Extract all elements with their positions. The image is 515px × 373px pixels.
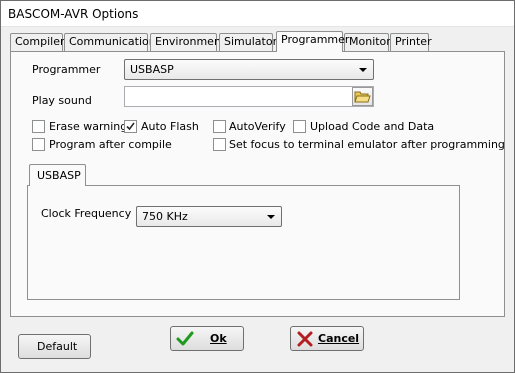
default-button-label: Default: [37, 340, 78, 353]
tab-programmer[interactable]: Programmer: [276, 31, 349, 52]
close-icon: [297, 331, 313, 347]
programmer-label: Programmer: [32, 63, 101, 76]
tab-usbasp[interactable]: USBASP: [29, 164, 86, 186]
clock-frequency-select[interactable]: 750 KHz: [136, 206, 282, 227]
program-after-compile-label: Program after compile: [49, 138, 172, 151]
auto-flash-checkbox[interactable]: [124, 120, 137, 133]
set-focus-terminal-checkbox[interactable]: [213, 138, 226, 151]
play-sound-label: Play sound: [32, 94, 92, 107]
chevron-down-icon: [267, 215, 275, 219]
cancel-button[interactable]: Cancel: [290, 326, 364, 351]
checkmark-icon: [176, 331, 194, 346]
programmer-select-value: USBASP: [130, 63, 174, 76]
ok-button-label: Ok: [210, 332, 227, 345]
chevron-down-icon: [359, 68, 367, 72]
tab-communication[interactable]: Communication: [64, 33, 156, 51]
tab-monitor[interactable]: Monitor: [344, 33, 391, 51]
auto-verify-checkbox[interactable]: [213, 120, 226, 133]
tab-printer[interactable]: Printer: [390, 33, 432, 51]
cancel-button-label: Cancel: [318, 332, 360, 345]
title-bar[interactable]: BASCOM-AVR Options: [1, 1, 514, 27]
set-focus-terminal-label: Set focus to terminal emulator after pro…: [229, 138, 505, 151]
ok-button[interactable]: Ok: [170, 326, 244, 351]
upload-code-and-data-label: Upload Code and Data: [310, 120, 435, 133]
window-title: BASCOM-AVR Options: [8, 7, 139, 21]
erase-warning-label: Erase warning: [49, 120, 128, 133]
default-button[interactable]: Default: [18, 334, 91, 359]
programmer-select[interactable]: USBASP: [124, 59, 374, 80]
options-dialog: BASCOM-AVR Options Compiler Communicatio…: [0, 0, 515, 373]
tab-environment[interactable]: Environment: [150, 33, 225, 51]
folder-open-icon: [354, 91, 371, 103]
upload-code-and-data-checkbox[interactable]: [293, 120, 306, 133]
usbasp-panel: [27, 185, 460, 300]
auto-verify-label: AutoVerify: [229, 120, 286, 133]
erase-warning-checkbox[interactable]: [32, 120, 45, 133]
auto-flash-label: Auto Flash: [141, 120, 199, 133]
program-after-compile-checkbox[interactable]: [32, 138, 45, 151]
tab-usbasp-label: USBASP: [37, 169, 81, 182]
tab-compiler[interactable]: Compiler: [10, 33, 65, 51]
play-sound-input[interactable]: [124, 86, 374, 107]
tab-simulator[interactable]: Simulator: [219, 33, 277, 51]
clock-frequency-value: 750 KHz: [142, 210, 188, 223]
clock-frequency-label: Clock Frequency: [41, 207, 132, 220]
browse-sound-button[interactable]: [352, 87, 373, 106]
checkmark-icon: [126, 122, 135, 131]
